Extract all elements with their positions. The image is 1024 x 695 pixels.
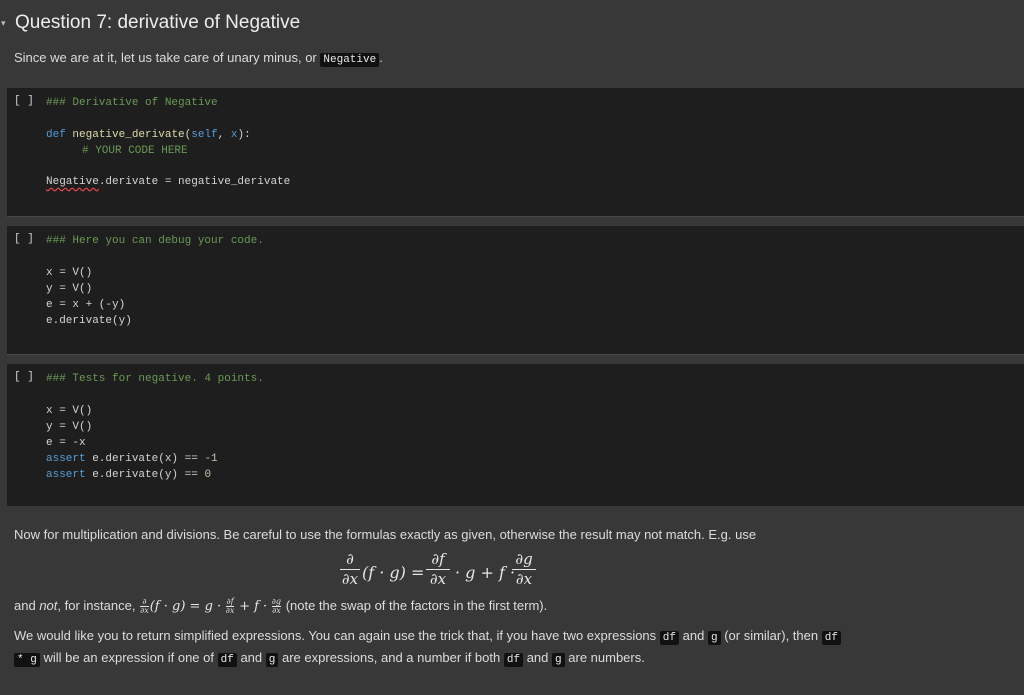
counter-example-text: and not, for instance, ∂ ∂x(f · g) = g · … xyxy=(14,597,548,616)
multiplication-text: Now for multiplication and divisions. Be… xyxy=(14,527,757,542)
cell-divider xyxy=(7,216,1024,217)
inline-code-g: g xyxy=(265,653,279,667)
code-line: e.derivate(y) xyxy=(46,315,132,327)
code-line: y = V() xyxy=(46,421,93,433)
display-formula: ∂ ∂x (f · g) = ∂f ∂x · g + f · ∂g ∂x xyxy=(340,550,550,592)
intro-text: Since we are at it, let us take care of … xyxy=(14,50,383,67)
code-cell-derivative[interactable]: [ ] ### Derivative of Negative def negat… xyxy=(7,88,1024,216)
frac-df-dx: ∂f ∂x xyxy=(426,552,450,587)
inline-code-star-g: * g xyxy=(14,653,40,667)
code-line: x = V() xyxy=(46,267,93,279)
code-line: assert e.derivate(x) == -1 xyxy=(46,453,218,465)
frac-d-dx: ∂ ∂x xyxy=(340,550,360,588)
run-cell-button[interactable]: [ ] xyxy=(14,95,34,107)
code-cell-tests[interactable]: [ ] ### Tests for negative. 4 points. x … xyxy=(7,364,1024,506)
code-line: def negative_derivate(self, x): xyxy=(46,129,251,141)
inline-code-negative: Negative xyxy=(320,53,380,67)
run-cell-button[interactable]: [ ] xyxy=(14,371,34,383)
code-line: Negative.derivate = negative_derivate xyxy=(46,176,291,188)
code-line: e = x + (-y) xyxy=(46,299,126,311)
inline-code-df: df xyxy=(217,653,237,667)
code-line: ### Tests for negative. 4 points. xyxy=(46,373,264,385)
simplify-text-line1: We would like you to return simplified e… xyxy=(14,628,841,645)
code-line: # YOUR CODE HERE xyxy=(82,145,188,157)
simplify-text-line2: * g will be an expression if one of df a… xyxy=(14,650,645,667)
inline-code-g: g xyxy=(707,631,721,645)
code-line: y = V() xyxy=(46,283,93,295)
code-line: ### Derivative of Negative xyxy=(46,97,218,109)
code-cell-debug[interactable]: [ ] ### Here you can debug your code. x … xyxy=(7,226,1024,354)
collapse-caret-icon[interactable]: ▾ xyxy=(0,18,15,29)
code-line: ### Here you can debug your code. xyxy=(46,235,264,247)
inline-code-df: df xyxy=(503,653,524,667)
inline-code-g: g xyxy=(552,653,565,667)
code-line: e = -x xyxy=(46,437,86,449)
inline-code-df: df xyxy=(821,631,841,645)
code-line: assert e.derivate(y) == 0 xyxy=(46,469,212,481)
frac-dg-dx: ∂g ∂x xyxy=(512,552,536,587)
section-heading: ▾ Question 7: derivative of Negative xyxy=(0,10,300,36)
code-line: x = V() xyxy=(46,405,93,417)
page-title: Question 7: derivative of Negative xyxy=(15,12,301,33)
inline-code-df: df xyxy=(659,631,679,645)
run-cell-button[interactable]: [ ] xyxy=(14,233,34,245)
cell-divider xyxy=(7,354,1024,355)
